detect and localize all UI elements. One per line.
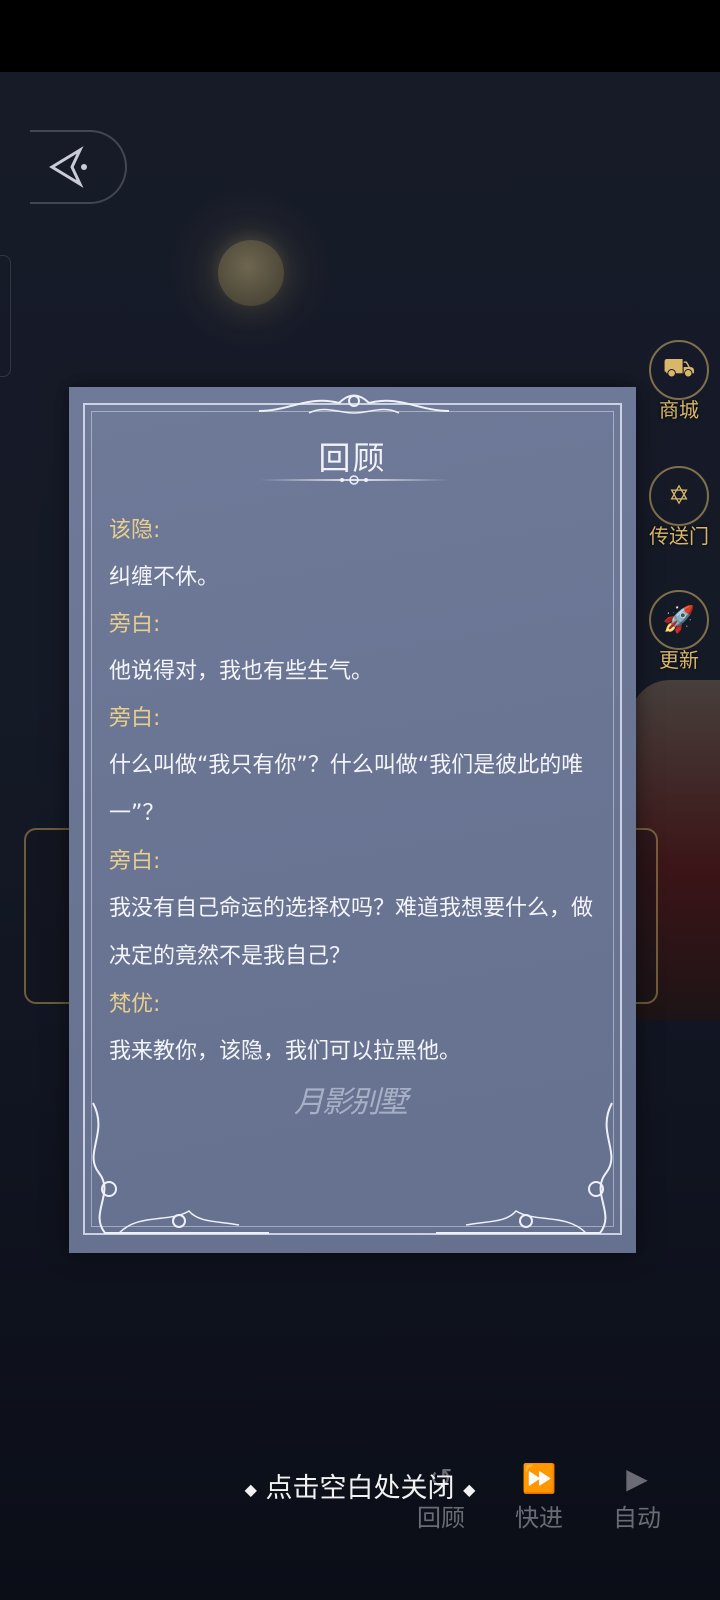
top-ornament-icon [258, 394, 450, 414]
log-text: 什么叫做“我只有你”？什么叫做“我们是彼此的唯一”？ [109, 753, 584, 826]
review-label: 回顾 [417, 1504, 465, 1532]
update-button[interactable]: 🚀 更新 [638, 590, 720, 673]
back-button[interactable] [30, 130, 127, 204]
log-text: 纠缠不休。 [109, 565, 220, 590]
shop-label: 商城 [659, 398, 699, 422]
portal-icon: ✡ [649, 466, 709, 526]
log-text: 我来教你，该隐，我们可以拉黑他。 [109, 1039, 462, 1064]
side-tab-handle[interactable] [0, 255, 11, 377]
back-arrow-icon [49, 146, 87, 188]
update-label: 更新 [659, 648, 699, 672]
close-hint-text: 点击空白处关闭 [265, 1473, 455, 1504]
status-bar [0, 0, 720, 72]
fast-forward-label: 快进 [515, 1504, 563, 1532]
shop-button[interactable]: ⛟ 商城 [638, 340, 720, 423]
log-speaker: 旁白: [109, 612, 161, 637]
corner-ornament-icon [436, 1102, 613, 1234]
rocket-icon: 🚀 [649, 590, 709, 650]
corner-ornament-icon [92, 1102, 269, 1234]
log-text: 我没有自己命运的选择权吗？难道我想要什么，做决定的竟然不是我自己？ [109, 896, 594, 969]
portal-label: 传送门 [649, 524, 709, 548]
diamond-icon: ◆ [244, 1480, 257, 1499]
logo-watermark: 月影别墅 [294, 1085, 408, 1120]
cart-icon: ⛟ [649, 340, 709, 400]
close-hint[interactable]: ◆ 点击空白处关闭 ◆ [0, 1466, 720, 1505]
moon-icon [218, 240, 284, 306]
portal-button[interactable]: ✡ 传送门 [638, 466, 720, 549]
review-log[interactable]: 该隐: 纠缠不休。 旁白: 他说得对，我也有些生气。 旁白: 什么叫做“我只有你… [109, 507, 609, 1075]
log-speaker: 梵优: [109, 992, 161, 1017]
divider-ornament-icon [340, 475, 368, 485]
log-speaker: 旁白: [109, 706, 161, 731]
auto-label: 自动 [613, 1504, 661, 1532]
log-text: 他说得对，我也有些生气。 [109, 659, 374, 684]
diamond-icon: ◆ [463, 1480, 476, 1499]
log-speaker: 旁白: [109, 849, 161, 874]
log-speaker: 该隐: [109, 518, 161, 543]
review-panel: 月影别墅 回顾 该隐: 纠缠不休。 旁白: 他说得对，我也有些生气。 旁白: 什… [69, 387, 636, 1253]
panel-title: 回顾 [318, 439, 387, 477]
